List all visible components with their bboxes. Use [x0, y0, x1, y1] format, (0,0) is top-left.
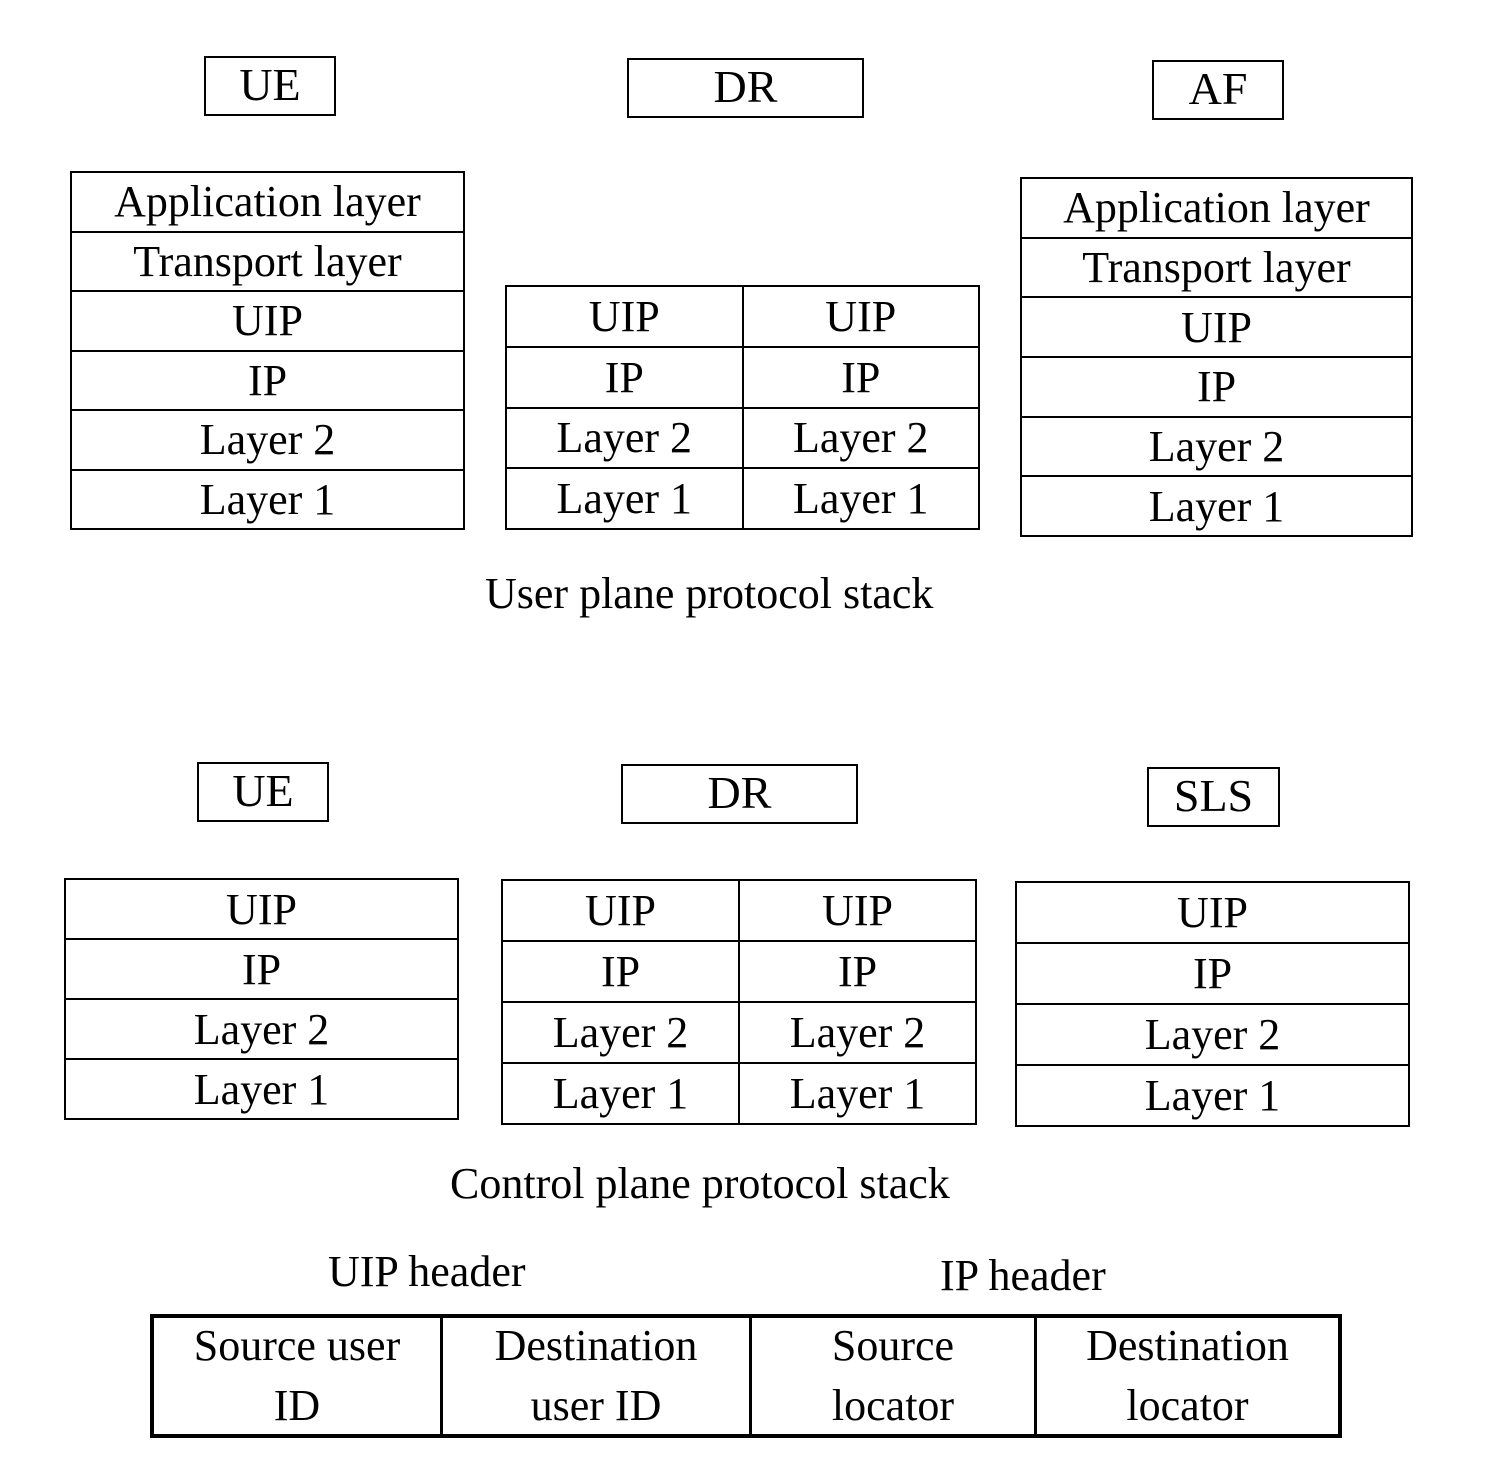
layer-cell: Application layer [114, 177, 421, 227]
user-plane-caption: User plane protocol stack [485, 569, 934, 618]
uip-header-label: UIP header [328, 1247, 526, 1296]
layer-cell: Layer 1 [1017, 1064, 1408, 1125]
up-ue-stack: Application layer Transport layer UIP IP… [70, 171, 465, 530]
field-source-user-id: Source user ID [193, 1321, 401, 1430]
field-destination-user-id: Destination user ID [440, 1318, 749, 1434]
header-format-table: Source user ID Destination user ID Source l… [150, 1314, 1342, 1438]
layer-cell: Layer 2 [503, 1001, 738, 1062]
layer-cell: Layer 1 [1022, 475, 1411, 535]
cp-sls-stack: UIP IP Layer 2 Layer 1 [1015, 881, 1410, 1127]
layer-cell: Layer 1 [740, 1062, 975, 1123]
field-source-locator: Source locator [749, 1318, 1034, 1434]
layer-cell: Application layer [1063, 183, 1370, 233]
layer-cell: Layer 1 [72, 468, 463, 529]
layer-cell: Layer 2 [1022, 415, 1411, 476]
layer-cell: Transport layer [1022, 236, 1411, 297]
ip-header-label: IP header [940, 1251, 1106, 1300]
layer-cell: UIP [1022, 296, 1411, 356]
layer-cell: Layer 1 [503, 1062, 738, 1123]
layer-cell: Transport layer [72, 230, 463, 291]
layer-cell: UIP [1177, 888, 1248, 937]
layer-cell: Layer 2 [507, 406, 742, 468]
up-dr-stack: UIP IP Layer 2 Layer 1 UIP IP Layer 2 La… [505, 285, 980, 530]
layer-cell: IP [743, 345, 978, 407]
layer-cell: IP [503, 940, 738, 1001]
layer-cell: Layer 2 [72, 409, 463, 469]
layer-cell: Layer 1 [66, 1058, 457, 1118]
layer-cell: IP [1017, 942, 1408, 1003]
layer-cell: IP [740, 940, 975, 1001]
cp-sls-label: SLS [1147, 767, 1280, 827]
layer-cell: UIP [588, 291, 660, 341]
layer-cell: Layer 2 [66, 998, 457, 1058]
layer-cell: Layer 1 [507, 467, 742, 528]
cp-dr-stack: UIP IP Layer 2 Layer 1 UIP IP Layer 2 La… [501, 879, 977, 1125]
up-af-stack: Application layer Transport layer UIP IP… [1020, 177, 1413, 537]
layer-cell: UIP [585, 886, 656, 935]
layer-cell: IP [66, 938, 457, 998]
up-af-label: AF [1152, 60, 1284, 120]
up-ue-label: UE [204, 56, 336, 116]
up-dr-label: DR [627, 58, 864, 118]
layer-cell: Layer 1 [743, 467, 978, 528]
cp-dr-label: DR [621, 764, 858, 824]
layer-cell: Layer 2 [1017, 1003, 1408, 1064]
control-plane-caption: Control plane protocol stack [450, 1159, 950, 1208]
layer-cell: IP [72, 349, 463, 410]
layer-cell: UIP [226, 884, 297, 934]
layer-cell: UIP [825, 291, 897, 341]
field-destination-locator: Destination locator [1034, 1318, 1338, 1434]
cp-ue-label: UE [197, 762, 329, 822]
layer-cell: Layer 2 [743, 406, 978, 468]
layer-cell: Layer 2 [740, 1001, 975, 1062]
layer-cell: IP [1022, 356, 1411, 416]
layer-cell: UIP [822, 886, 893, 935]
cp-ue-stack: UIP IP Layer 2 Layer 1 [64, 878, 459, 1120]
layer-cell: UIP [72, 290, 463, 350]
layer-cell: IP [507, 345, 742, 407]
